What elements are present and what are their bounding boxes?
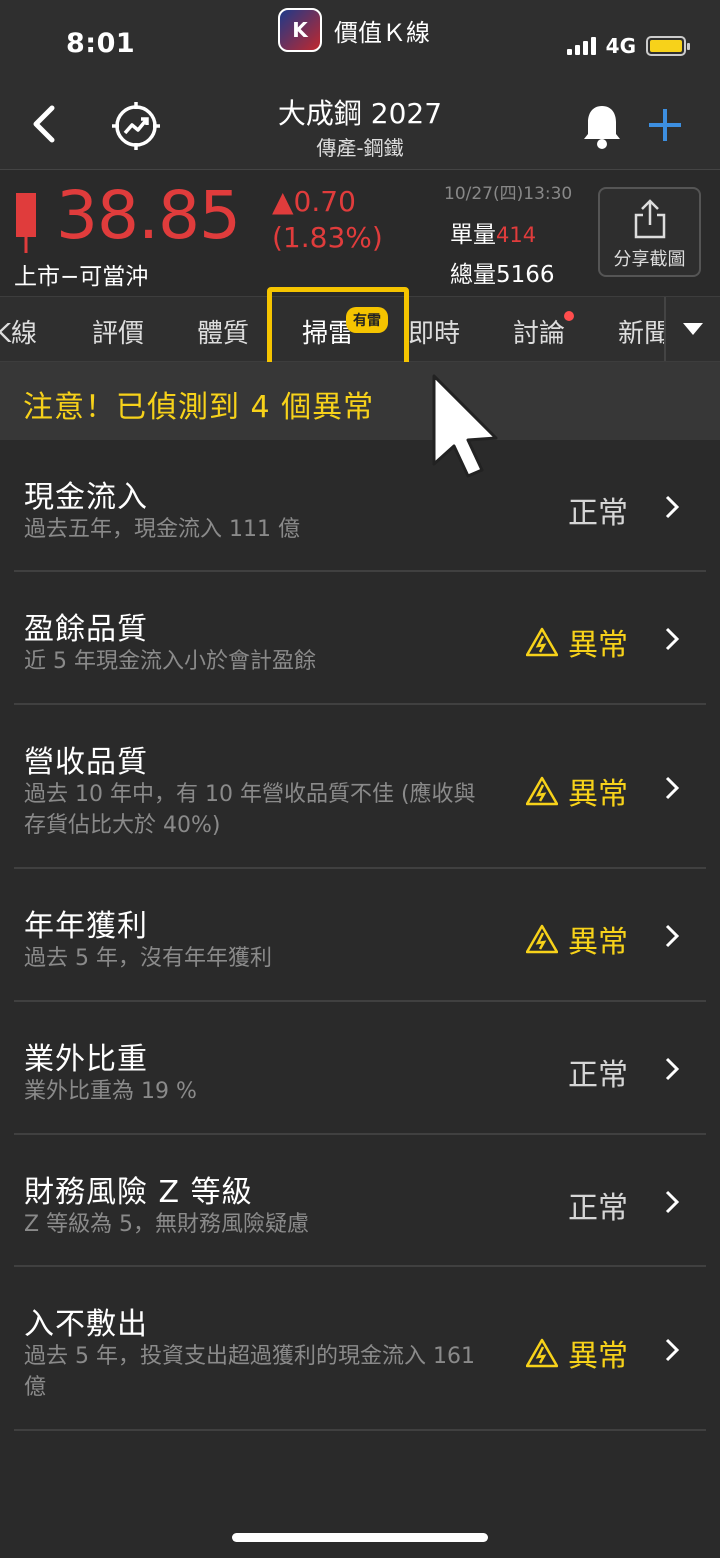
quote-time: 10/27(四)13:30: [444, 184, 573, 204]
check-list: 現金流入 過去五年，現金流入 111 億 正常 盈餘品質 近 5 年現金流入小於…: [0, 440, 720, 1431]
item-desc: 過去 5 年，沒有年年獲利: [24, 946, 272, 971]
app-name: 價值Ｋ線: [334, 18, 430, 47]
chevron-right-icon: [665, 1338, 680, 1362]
tab-discussion[interactable]: 討論: [513, 313, 565, 350]
alert-banner: 注意！已偵測到 4 個異常: [0, 362, 720, 440]
last-price: 38.85: [56, 177, 241, 254]
total-volume: 總量5166: [450, 255, 555, 289]
chevron-right-icon: [665, 627, 680, 651]
price-change: ▲0.70: [272, 185, 356, 218]
tab-valuation[interactable]: 評價: [92, 313, 144, 350]
tab-health[interactable]: 體質: [197, 313, 249, 350]
chevron-right-icon: [665, 1190, 680, 1214]
tab-news[interactable]: 新聞: [618, 313, 670, 350]
status-label: 正常: [568, 1191, 628, 1226]
warning-icon: [526, 1338, 558, 1368]
status-time: 8:01: [66, 28, 136, 59]
status-abnormal: 異常: [526, 620, 628, 664]
status-app: K 價值Ｋ線: [278, 8, 430, 52]
chevron-right-icon: [665, 924, 680, 948]
tab-realtime[interactable]: 即時: [408, 313, 460, 350]
item-desc: 過去 10 年中，有 10 年營收品質不佳 (應收與存貨佔比大於 40%): [24, 782, 476, 838]
status-label: 正常: [568, 1058, 628, 1093]
bell-icon[interactable]: [580, 102, 624, 150]
item-desc: 近 5 年現金流入小於會計盈餘: [24, 649, 316, 674]
item-title: 營收品質: [24, 745, 148, 780]
total-volume-value: 5166: [496, 262, 555, 288]
warning-icon: [526, 776, 558, 806]
add-icon[interactable]: [646, 106, 684, 144]
battery-icon: [646, 36, 690, 56]
status-label: 異常: [568, 628, 628, 663]
status-bar: 8:01 K 價值Ｋ線 4G: [0, 0, 720, 80]
candle-icon: [16, 193, 36, 253]
quote-panel: 38.85 ▲0.70 (1.83%) 上市−可當沖 10/27(四)13:30…: [0, 171, 720, 296]
notification-dot: [564, 311, 574, 321]
item-title: 年年獲利: [24, 909, 148, 944]
chevron-right-icon: [665, 1057, 680, 1081]
list-item[interactable]: 入不敷出 過去 5 年，投資支出超過獲利的現金流入 161 億 異常: [14, 1267, 706, 1431]
list-item[interactable]: 盈餘品質 近 5 年現金流入小於會計盈餘 異常: [14, 572, 706, 705]
price-change-percent: (1.83%): [272, 221, 383, 254]
list-item[interactable]: 營收品質 過去 10 年中，有 10 年營收品質不佳 (應收與存貨佔比大於 40…: [14, 705, 706, 869]
chevron-right-icon: [665, 776, 680, 800]
total-volume-label: 總量: [450, 262, 496, 288]
dropdown-icon: [683, 323, 703, 335]
list-item[interactable]: 業外比重 業外比重為 19 % 正常: [14, 1002, 706, 1135]
mouse-cursor-icon: [432, 374, 498, 478]
share-label: 分享截圖: [613, 249, 686, 270]
item-desc: Z 等級為 5，無財務風險疑慮: [24, 1212, 310, 1237]
status-normal: 正常: [568, 1050, 628, 1094]
share-screenshot-button[interactable]: 分享截圖: [598, 187, 701, 277]
home-indicator: [232, 1533, 488, 1542]
status-normal: 正常: [568, 1183, 628, 1227]
item-title: 業外比重: [24, 1042, 148, 1077]
unit-volume-label: 單量: [450, 222, 496, 248]
status-abnormal: 異常: [526, 769, 628, 813]
warning-icon: [526, 924, 558, 954]
list-item[interactable]: 財務風險 Z 等級 Z 等級為 5，無財務風險疑慮 正常: [14, 1135, 706, 1267]
unit-volume: 單量414: [450, 215, 536, 249]
market-type: 上市−可當沖: [14, 264, 149, 290]
status-label: 正常: [568, 496, 628, 531]
status-label: 異常: [568, 1339, 628, 1374]
unit-volume-value: 414: [496, 223, 537, 247]
item-desc: 業外比重為 19 %: [24, 1079, 197, 1104]
item-title: 現金流入: [24, 480, 148, 515]
item-title: 入不敷出: [24, 1307, 148, 1342]
status-normal: 正常: [568, 488, 628, 532]
item-title: 財務風險 Z 等級: [24, 1175, 253, 1210]
share-icon: [634, 199, 665, 239]
warning-icon: [526, 627, 558, 657]
signal-icon: [566, 37, 596, 55]
item-desc: 過去 5 年，投資支出超過獲利的現金流入 161 億: [24, 1344, 475, 1400]
status-label: 異常: [568, 777, 628, 812]
app-icon: K: [278, 8, 322, 52]
list-item[interactable]: 年年獲利 過去 5 年，沒有年年獲利 異常: [14, 869, 706, 1002]
status-abnormal: 異常: [526, 1331, 628, 1375]
tab-kline[interactable]: K線: [0, 313, 37, 350]
chevron-right-icon: [665, 495, 680, 519]
alert-text: 注意！已偵測到 4 個異常: [23, 390, 375, 425]
item-title: 盈餘品質: [24, 612, 148, 647]
list-item[interactable]: 現金流入 過去五年，現金流入 111 億 正常: [14, 440, 706, 572]
header: 大成鋼 2027 傳產-鋼鐵: [0, 80, 720, 170]
status-indicators: 4G: [566, 34, 690, 58]
tab-more-button[interactable]: [666, 297, 720, 361]
status-label: 異常: [568, 925, 628, 960]
network-label: 4G: [605, 34, 636, 58]
status-abnormal: 異常: [526, 917, 628, 961]
item-desc: 過去五年，現金流入 111 億: [24, 517, 300, 542]
